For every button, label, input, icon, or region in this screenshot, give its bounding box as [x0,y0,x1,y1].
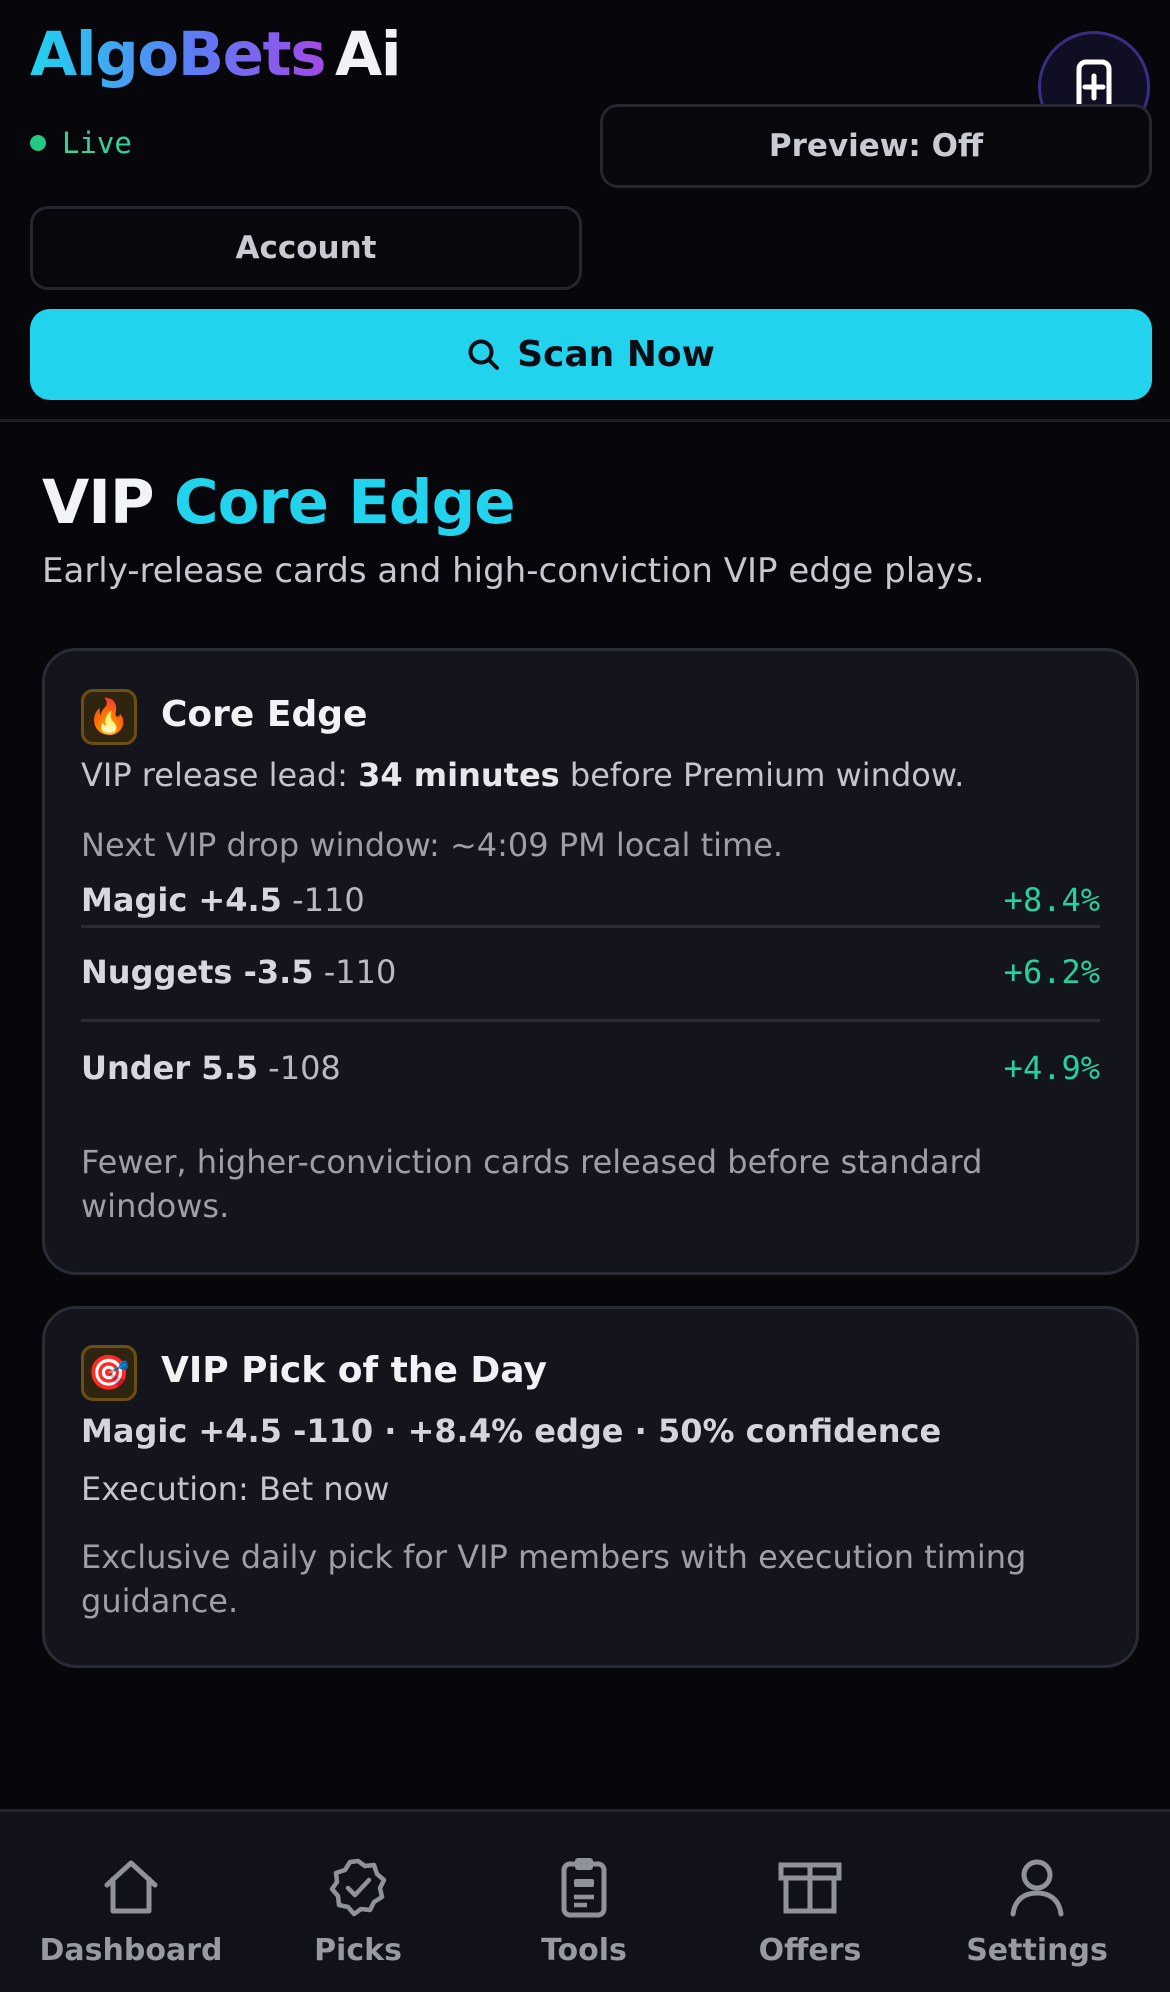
header-divider [0,419,1170,422]
bottom-nav: Dashboard Picks Tools Offers Settings [0,1809,1170,1992]
core-edge-footer: Fewer, higher-conviction cards released … [81,1143,983,1225]
nav-label: Picks [314,1933,402,1968]
target-icon: 🎯 [81,1345,137,1401]
nav-item-offers[interactable]: Offers [693,1812,927,1992]
nav-label: Dashboard [39,1933,223,1968]
app-header: AlgoBets Ai Live Preview: Off Account Sca… [0,0,1170,422]
pick-edge: +8.4% [1003,881,1100,919]
live-status: Live [30,126,132,160]
nav-item-settings[interactable]: Settings [920,1812,1154,1992]
clipboard-icon [559,1857,609,1918]
nav-item-dashboard[interactable]: Dashboard [14,1812,248,1992]
pick-row[interactable]: Magic +4.5 -110 +8.4% [81,881,1100,919]
nav-label: Settings [966,1933,1108,1968]
pick-odds: -108 [268,1049,341,1087]
pick-odds: -110 [292,881,365,919]
home-icon [99,1857,163,1917]
nav-item-picks[interactable]: Picks [241,1812,475,1992]
search-icon [467,338,501,372]
logo-name-part1: AlgoBets [30,19,327,90]
core-edge-title: Core Edge [161,694,368,735]
pick-edge: +6.2% [1003,953,1100,991]
page-title-part1: VIP [42,467,155,538]
row-divider [81,925,1100,928]
fire-icon: 🔥 [81,689,137,745]
scan-now-label: Scan Now [517,334,715,375]
scan-now-button[interactable]: Scan Now [30,309,1152,400]
pick-row[interactable]: Nuggets -3.5 -110 +6.2% [81,953,1100,991]
app-logo[interactable]: AlgoBets Ai [30,18,402,92]
pick-name: Under 5.5 [81,1049,258,1087]
pick-of-day-title: VIP Pick of the Day [161,1350,547,1391]
pick-of-day-card: 🎯 VIP Pick of the Day Magic +4.5 -110 · … [42,1306,1139,1668]
nav-item-tools[interactable]: Tools [467,1812,701,1992]
gift-icon [777,1857,843,1917]
badge-check-icon [328,1857,388,1917]
logo-name-part2: Ai [335,19,402,90]
nav-label: Offers [758,1933,862,1968]
release-lead-text: VIP release lead: 34 minutes before Prem… [81,756,965,794]
preview-toggle-button[interactable]: Preview: Off [600,104,1152,188]
core-edge-card: 🔥 Core Edge VIP release lead: 34 minutes… [42,648,1139,1275]
page-subtitle: Early-release cards and high-conviction … [42,551,985,591]
next-drop-text: Next VIP drop window: ~4:09 PM local tim… [81,826,784,864]
page-title: VIP Core Edge [42,466,516,540]
page-title-part2: Core Edge [173,467,516,538]
pick-of-day-summary: Magic +4.5 -110 · +8.4% edge · 50% confi… [81,1412,942,1450]
account-button[interactable]: Account [30,206,582,290]
live-dot-icon [30,135,46,151]
pick-name: Nuggets -3.5 [81,953,314,991]
release-lead-value: 34 minutes [358,756,560,794]
row-divider [81,1019,1100,1022]
user-icon [1007,1857,1067,1917]
execution-text: Execution: Bet now [81,1470,390,1508]
live-label: Live [62,126,132,160]
pick-edge: +4.9% [1003,1049,1100,1087]
nav-label: Tools [541,1933,627,1968]
pick-of-day-footer: Exclusive daily pick for VIP members wit… [81,1538,1027,1620]
pick-row[interactable]: Under 5.5 -108 +4.9% [81,1049,1100,1087]
pick-odds: -110 [323,953,397,991]
pick-name: Magic +4.5 [81,881,282,919]
